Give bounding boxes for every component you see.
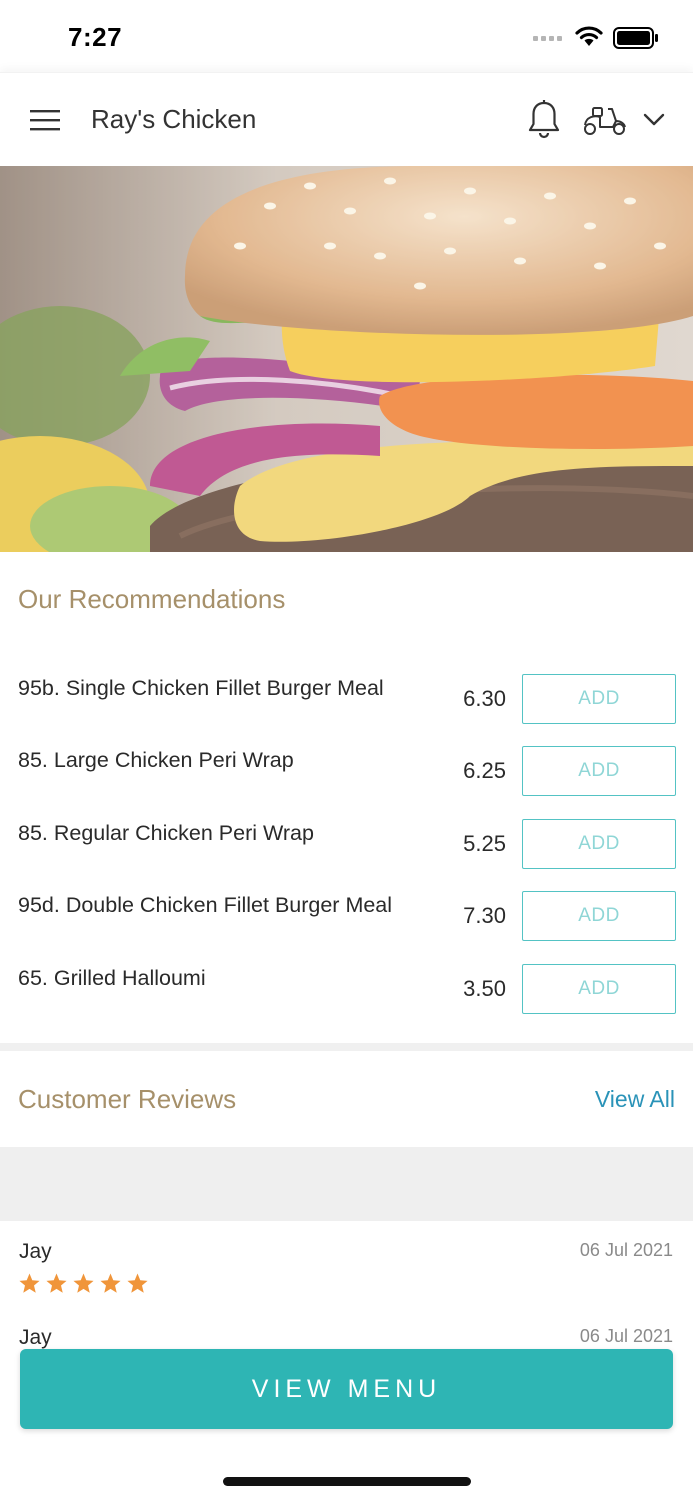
item-name: 85. Regular Chicken Peri Wrap: [18, 821, 314, 845]
item-price: 5.25: [463, 831, 506, 856]
star-icon: [127, 1273, 148, 1293]
star-icon: [46, 1273, 67, 1293]
review-date: 06 Jul 2021: [579, 1326, 673, 1346]
signal-icon: [533, 36, 562, 41]
item-price: 3.50: [463, 976, 506, 1001]
recommendation-item: 95d. Double Chicken Fillet Burger Meal 7…: [0, 891, 693, 963]
reviews-spacer: [0, 1147, 693, 1221]
hero-burger-image: [0, 166, 693, 552]
reviewer-name: Jay: [19, 1326, 52, 1349]
star-rating: [18, 1272, 149, 1295]
item-name: 95b. Single Chicken Fillet Burger Meal: [18, 676, 384, 700]
recommendation-item: 65. Grilled Halloumi 3.50 ADD: [0, 964, 693, 1036]
item-price: 7.30: [463, 903, 506, 928]
item-price: 6.30: [463, 686, 506, 711]
app-header: Ray's Chicken: [0, 72, 693, 166]
star-icon: [73, 1273, 94, 1293]
add-button[interactable]: ADD: [522, 891, 676, 941]
review-date: 06 Jul 2021: [579, 1240, 673, 1260]
recommendation-item: 95b. Single Chicken Fillet Burger Meal 6…: [0, 674, 693, 746]
section-divider: [0, 1043, 693, 1051]
star-icon: [100, 1273, 121, 1293]
scooter-icon[interactable]: [582, 103, 628, 137]
recommendation-item: 85. Large Chicken Peri Wrap 6.25 ADD: [0, 746, 693, 818]
item-name: 85. Large Chicken Peri Wrap: [18, 748, 294, 772]
recommendation-item: 85. Regular Chicken Peri Wrap 5.25 ADD: [0, 819, 693, 891]
reviewer-name: Jay: [19, 1240, 52, 1263]
recommendations-title: Our Recommendations: [18, 584, 286, 614]
add-button[interactable]: ADD: [522, 964, 676, 1014]
status-bar: 7:27: [0, 0, 693, 72]
menu-icon[interactable]: [28, 107, 62, 133]
view-menu-button[interactable]: VIEW MENU: [20, 1349, 673, 1429]
restaurant-title: Ray's Chicken: [91, 104, 257, 134]
add-button[interactable]: ADD: [522, 746, 676, 796]
reviews-title: Customer Reviews: [18, 1084, 237, 1114]
item-name: 65. Grilled Halloumi: [18, 966, 206, 990]
add-button[interactable]: ADD: [522, 674, 676, 724]
chevron-down-icon[interactable]: [642, 109, 666, 129]
review-item: Jay 06 Jul 2021: [0, 1240, 693, 1330]
item-price: 6.25: [463, 758, 506, 783]
view-all-link[interactable]: View All: [595, 1086, 675, 1113]
wifi-icon: [575, 26, 603, 46]
add-button[interactable]: ADD: [522, 819, 676, 869]
battery-icon: [613, 27, 658, 49]
home-indicator[interactable]: [223, 1477, 471, 1486]
status-time: 7:27: [68, 22, 123, 52]
star-icon: [19, 1273, 40, 1293]
bell-icon[interactable]: [526, 99, 562, 139]
item-name: 95d. Double Chicken Fillet Burger Meal: [18, 893, 393, 917]
